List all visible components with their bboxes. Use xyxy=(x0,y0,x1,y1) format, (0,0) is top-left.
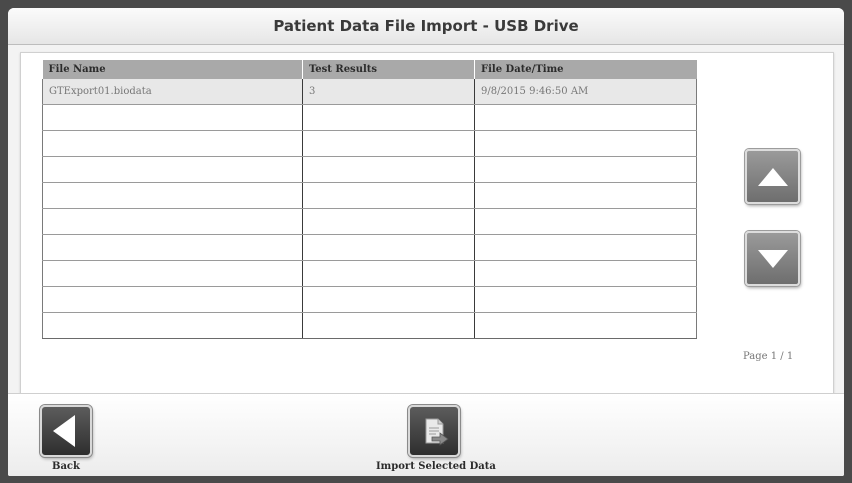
cell-file-name xyxy=(42,208,303,235)
app-window: Patient Data File Import - USB Drive Fil… xyxy=(8,8,844,476)
cell-file-name xyxy=(42,260,303,287)
table-row[interactable] xyxy=(42,286,697,313)
import-document-icon xyxy=(425,418,449,446)
cell-test-results xyxy=(302,312,475,339)
cell-test-results xyxy=(302,234,475,261)
back-button[interactable] xyxy=(40,405,92,457)
table-row[interactable] xyxy=(42,104,697,131)
column-header-test-results[interactable]: Test Results xyxy=(302,60,475,79)
cell-test-results xyxy=(302,130,475,157)
cell-file-date-time xyxy=(474,104,697,131)
cell-test-results xyxy=(302,156,475,183)
cell-file-date-time xyxy=(474,312,697,339)
page-title: Patient Data File Import - USB Drive xyxy=(273,17,579,35)
cell-test-results xyxy=(302,260,475,287)
cell-file-name xyxy=(42,286,303,313)
table-row[interactable] xyxy=(42,312,697,339)
cell-test-results xyxy=(302,182,475,209)
triangle-down-icon xyxy=(757,249,788,268)
table-row[interactable] xyxy=(42,182,697,209)
cell-file-name xyxy=(42,130,303,157)
import-selected-data-button[interactable] xyxy=(408,405,460,457)
column-header-file-date-time[interactable]: File Date/Time xyxy=(474,60,697,79)
file-table: File Name Test Results File Date/Time GT… xyxy=(42,60,697,339)
bottom-toolbar: Back Import Selected Data xyxy=(8,393,844,476)
cell-file-date-time xyxy=(474,260,697,287)
cell-file-name xyxy=(42,234,303,261)
triangle-up-icon xyxy=(757,167,788,186)
table-row[interactable] xyxy=(42,156,697,183)
import-selected-data-label: Import Selected Data xyxy=(376,461,496,472)
cell-file-date-time: 9/8/2015 9:46:50 AM xyxy=(474,79,697,105)
cell-file-date-time xyxy=(474,130,697,157)
cell-test-results xyxy=(302,104,475,131)
cell-file-date-time xyxy=(474,156,697,183)
page-indicator: Page 1 / 1 xyxy=(743,351,794,362)
cell-file-date-time xyxy=(474,234,697,261)
table-row[interactable]: GTExport01.biodata 3 9/8/2015 9:46:50 AM xyxy=(42,79,697,105)
cell-test-results: 3 xyxy=(302,79,475,105)
back-button-label: Back xyxy=(52,461,80,472)
cell-file-date-time xyxy=(474,208,697,235)
cell-file-date-time xyxy=(474,182,697,209)
column-header-file-name[interactable]: File Name xyxy=(42,60,303,79)
scroll-down-button[interactable] xyxy=(745,231,800,286)
title-bar: Patient Data File Import - USB Drive xyxy=(8,8,844,45)
cell-file-name xyxy=(42,312,303,339)
scroll-up-button[interactable] xyxy=(745,149,800,204)
table-row[interactable] xyxy=(42,130,697,157)
table-row[interactable] xyxy=(42,234,697,261)
cell-file-name xyxy=(42,156,303,183)
cell-test-results xyxy=(302,208,475,235)
triangle-left-icon xyxy=(53,415,75,447)
table-row[interactable] xyxy=(42,208,697,235)
cell-file-name xyxy=(42,182,303,209)
cell-file-date-time xyxy=(474,286,697,313)
file-list-panel: File Name Test Results File Date/Time GT… xyxy=(20,52,834,402)
cell-file-name: GTExport01.biodata xyxy=(42,79,303,105)
cell-file-name xyxy=(42,104,303,131)
table-row[interactable] xyxy=(42,260,697,287)
table-header-row: File Name Test Results File Date/Time xyxy=(42,60,697,79)
cell-test-results xyxy=(302,286,475,313)
